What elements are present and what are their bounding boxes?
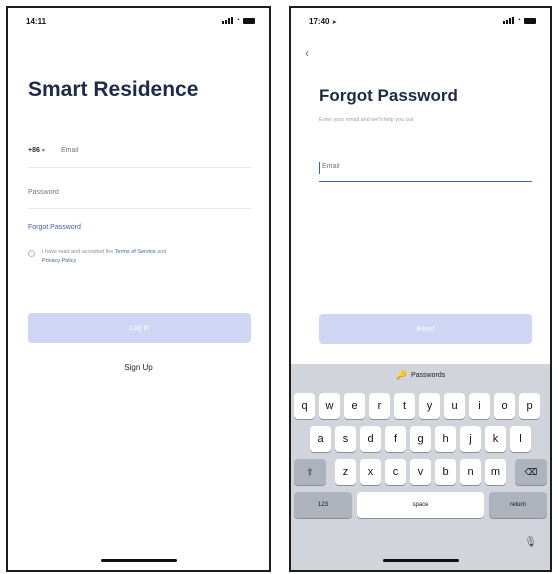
home-indicator xyxy=(100,559,177,562)
key-o[interactable]: o xyxy=(494,393,515,419)
chevron-down-icon: ▾ xyxy=(41,148,45,154)
shift-key[interactable]: ⇧ xyxy=(294,459,326,485)
key-w[interactable]: w xyxy=(319,393,340,419)
battery-icon xyxy=(524,17,536,24)
key-r[interactable]: r xyxy=(369,393,390,419)
key-b[interactable]: b xyxy=(435,459,456,485)
agree-and: and xyxy=(157,249,167,255)
key-x[interactable]: x xyxy=(360,459,381,485)
key-f[interactable]: f xyxy=(385,426,406,452)
reset-button[interactable]: Reset xyxy=(319,314,532,344)
key-icon: 🔑 xyxy=(395,370,407,380)
signal-icon xyxy=(221,17,233,24)
key-l[interactable]: l xyxy=(510,426,531,452)
forgot-password-screen: 17:40 ➤ ◔ ‹ Forgot Password Enter your e… xyxy=(289,6,552,572)
key-k[interactable]: k xyxy=(485,426,506,452)
return-key[interactable]: return xyxy=(489,492,547,518)
microphone-icon[interactable]: 🎙 xyxy=(524,537,537,548)
status-icons: ◔ xyxy=(502,17,536,24)
key-q[interactable]: q xyxy=(294,393,315,419)
status-bar: 17:40 ➤ ◔ xyxy=(291,8,550,32)
terms-link[interactable]: Terms of Service xyxy=(115,249,156,255)
status-bar: 14:11 ◔ xyxy=(8,8,269,32)
key-m[interactable]: m xyxy=(485,459,506,485)
key-z[interactable]: z xyxy=(335,459,356,485)
status-icons: ◔ xyxy=(221,17,255,24)
key-i[interactable]: i xyxy=(469,393,490,419)
login-button[interactable]: Log In xyxy=(28,313,251,343)
location-icon: ➤ xyxy=(331,20,337,26)
page-subtitle: Enter your email and we'll help you out xyxy=(319,117,414,123)
signup-link[interactable]: Sign Up xyxy=(8,363,269,372)
space-key[interactable]: space xyxy=(357,492,484,518)
country-code: +86 xyxy=(28,147,40,154)
password-row xyxy=(28,181,251,209)
email-input[interactable] xyxy=(61,147,211,154)
signal-icon xyxy=(502,17,514,24)
delete-key[interactable]: ⌫ xyxy=(515,459,547,485)
page-title: Forgot Password xyxy=(319,86,458,105)
login-screen: 14:11 ◔ Smart Residence +86 ▾ Forgot Pas… xyxy=(6,6,271,572)
key-j[interactable]: j xyxy=(460,426,481,452)
key-e[interactable]: e xyxy=(344,393,365,419)
password-input[interactable] xyxy=(28,189,208,196)
email-row xyxy=(319,156,532,182)
text-cursor xyxy=(319,162,320,174)
status-time: 17:40 ➤ xyxy=(309,17,337,26)
key-v[interactable]: v xyxy=(410,459,431,485)
privacy-link[interactable]: Privacy Policy xyxy=(42,258,76,264)
status-time-text: 17:40 xyxy=(309,17,330,26)
key-t[interactable]: t xyxy=(394,393,415,419)
agree-checkbox[interactable] xyxy=(28,250,35,257)
key-c[interactable]: c xyxy=(385,459,406,485)
email-input[interactable] xyxy=(322,163,472,170)
key-d[interactable]: d xyxy=(360,426,381,452)
email-row: +86 ▾ xyxy=(28,138,251,168)
page-title: Smart Residence xyxy=(28,78,199,101)
country-code-selector[interactable]: +86 ▾ xyxy=(28,147,45,154)
key-s[interactable]: s xyxy=(335,426,356,452)
keyboard-row-4: 123 space return xyxy=(291,492,550,518)
forgot-password-link[interactable]: Forgot Password xyxy=(28,224,81,231)
keyboard-row-1: qwertyuiop xyxy=(291,393,550,419)
agree-prefix: I have read and accepted the xyxy=(42,249,114,255)
key-a[interactable]: a xyxy=(310,426,331,452)
key-p[interactable]: p xyxy=(519,393,540,419)
key-g[interactable]: g xyxy=(410,426,431,452)
agree-text: I have read and accepted the Terms of Se… xyxy=(42,248,243,266)
keyboard-row-3: ⇧ ⌫ zxcvbnm xyxy=(291,459,550,485)
status-time: 14:11 xyxy=(26,17,47,26)
battery-icon xyxy=(243,17,255,24)
keyboard: 🔑 Passwords qwertyuiop asdfghjkl ⇧ ⌫ zxc… xyxy=(291,364,550,570)
key-n[interactable]: n xyxy=(460,459,481,485)
key-u[interactable]: u xyxy=(444,393,465,419)
key-h[interactable]: h xyxy=(435,426,456,452)
network-icon: ◔ xyxy=(516,17,521,24)
keyboard-suggestion-bar[interactable]: 🔑 Passwords xyxy=(291,364,550,387)
keyboard-row-2: asdfghjkl xyxy=(291,426,550,452)
home-indicator xyxy=(382,559,459,562)
key-y[interactable]: y xyxy=(419,393,440,419)
back-button[interactable]: ‹ xyxy=(305,46,309,60)
passwords-suggestion: Passwords xyxy=(410,372,446,379)
wifi-icon: ◔ xyxy=(235,17,240,24)
numbers-key[interactable]: 123 xyxy=(294,492,352,518)
